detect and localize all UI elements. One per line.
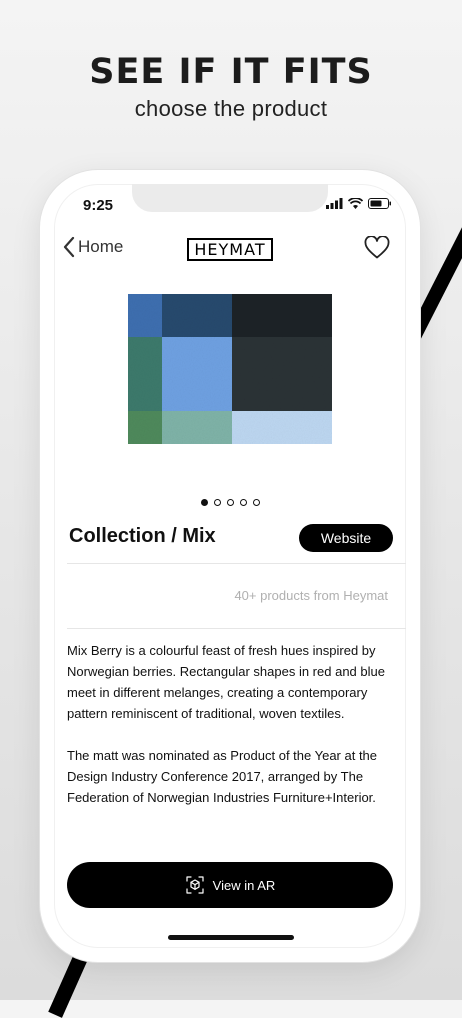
carousel-indicator [54, 499, 406, 506]
divider [67, 628, 406, 629]
carousel-dot[interactable] [200, 499, 208, 506]
phone-frame: 9:25 Home HEYMAT Collection / Mix Websit… [40, 170, 420, 962]
carousel-dot[interactable] [226, 499, 234, 506]
carousel-dot[interactable] [252, 499, 260, 506]
view-in-ar-label: View in AR [212, 877, 276, 893]
product-image[interactable] [128, 294, 332, 444]
product-description: Mix Berry is a colourful feast of fresh … [67, 640, 397, 829]
description-paragraph: The matt was nominated as Product of the… [67, 748, 378, 805]
signal-icon [326, 198, 343, 209]
description-paragraph: Mix Berry is a colourful feast of fresh … [67, 643, 385, 721]
promo-subheadline: choose the product [134, 96, 328, 121]
top-nav: Home HEYMAT [54, 230, 406, 270]
product-title: Collection / Mix [69, 525, 216, 547]
status-icons [326, 198, 392, 209]
carousel-dot[interactable] [239, 499, 247, 506]
view-in-ar-button[interactable]: View in AR [67, 862, 393, 908]
brand-logo: HEYMAT [187, 238, 273, 261]
heart-icon[interactable] [364, 236, 390, 260]
phone-screen: 9:25 Home HEYMAT Collection / Mix Websit… [54, 184, 406, 948]
more-products-link[interactable]: 40+ products from Heymat [234, 588, 388, 603]
chevron-left-icon [63, 236, 75, 258]
back-label: Home [78, 237, 124, 256]
status-time: 9:25 [83, 197, 114, 214]
ar-cube-icon [186, 876, 204, 894]
phone-notch [132, 184, 328, 212]
home-indicator[interactable] [168, 935, 294, 940]
battery-icon [368, 198, 391, 209]
divider [67, 563, 406, 564]
carousel-dot[interactable] [213, 499, 221, 506]
promo-headline: SEE IF IT FITS [89, 52, 373, 92]
wifi-icon [348, 198, 363, 209]
back-button[interactable]: Home [62, 236, 123, 258]
website-button[interactable]: Website [299, 524, 393, 552]
